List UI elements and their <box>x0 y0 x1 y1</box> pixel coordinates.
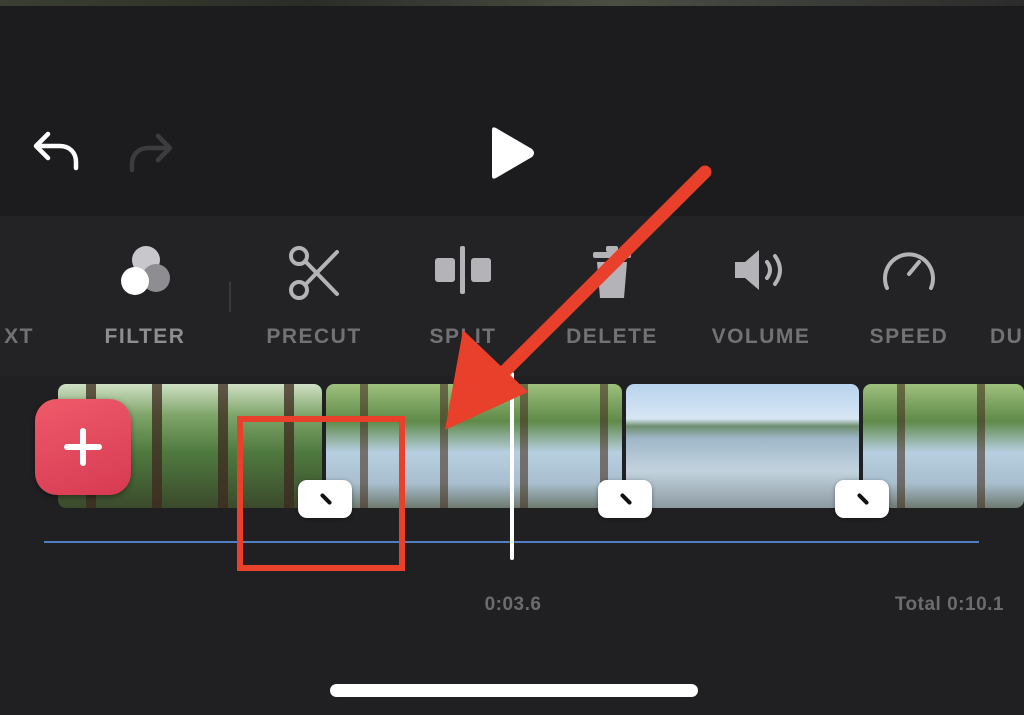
annotation-arrow-icon <box>445 165 712 430</box>
home-indicator[interactable] <box>330 684 698 697</box>
